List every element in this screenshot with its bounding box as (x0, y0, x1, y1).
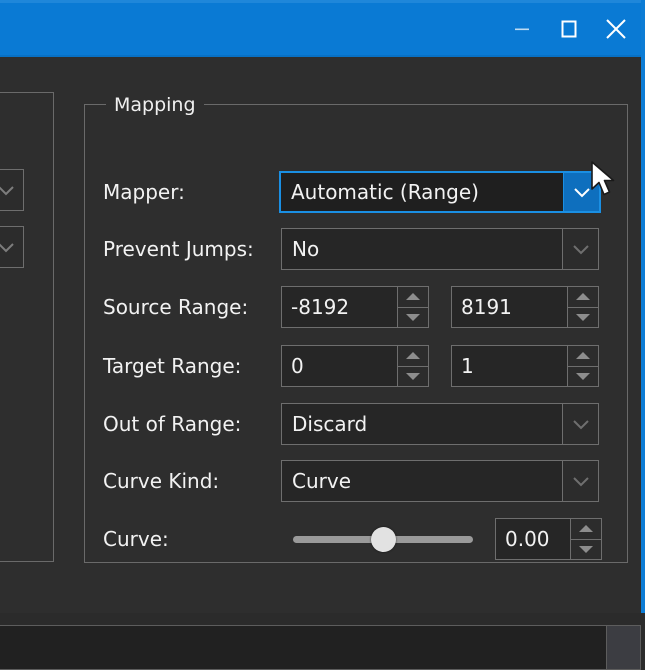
window-controls (498, 0, 639, 57)
target-range-label: Target Range: (103, 354, 242, 378)
triangle-up-glyph (406, 293, 420, 301)
triangle-up-icon[interactable] (571, 519, 601, 539)
triangle-down-glyph (576, 313, 590, 321)
row-source-range: Source Range: -8192 8191 (84, 286, 628, 328)
triangle-down-glyph (406, 313, 420, 321)
prevent-jumps-combobox-value: No (292, 237, 320, 261)
target-range-min-spinbox[interactable]: 0 (281, 345, 429, 387)
curve-kind-combobox[interactable]: Curve (281, 460, 599, 502)
triangle-down-icon[interactable] (568, 365, 598, 386)
chevron-down-glyph (572, 476, 589, 486)
curve-label: Curve: (103, 527, 169, 551)
chevron-down-icon[interactable] (562, 461, 598, 501)
curve-kind-label: Curve Kind: (103, 469, 220, 493)
bottom-panel-scroll-thumb[interactable] (606, 626, 640, 669)
triangle-up-glyph (576, 293, 590, 301)
out-of-range-combobox[interactable]: Discard (281, 403, 599, 445)
triangle-down-glyph (579, 545, 593, 553)
close-button[interactable] (592, 0, 639, 57)
curve-kind-combobox-value: Curve (292, 469, 352, 493)
triangle-down-icon[interactable] (568, 306, 598, 327)
source-range-max-value: 8191 (461, 295, 512, 319)
target-range-max-spinbox[interactable]: 1 (451, 345, 599, 387)
mapper-combobox-value: Automatic (Range) (291, 180, 479, 204)
mapping-groupbox-title: Mapping (106, 95, 204, 115)
chevron-down-icon[interactable] (562, 404, 598, 444)
triangle-up-icon[interactable] (568, 287, 598, 307)
chevron-down-glyph (573, 187, 590, 197)
source-range-max-steppers (567, 287, 598, 327)
chevron-down-icon[interactable] (563, 173, 599, 211)
target-range-max-value: 1 (461, 354, 474, 378)
mapper-label: Mapper: (103, 180, 185, 204)
triangle-up-glyph (406, 352, 420, 360)
bottom-panel (0, 625, 641, 670)
row-curve: Curve: 0.00 (84, 518, 628, 560)
source-range-label: Source Range: (103, 295, 249, 319)
mapper-combobox[interactable]: Automatic (Range) (279, 171, 601, 213)
triangle-down-glyph (576, 372, 590, 380)
triangle-up-glyph (576, 352, 590, 360)
chevron-down-icon[interactable] (562, 229, 598, 269)
triangle-up-glyph (579, 525, 593, 533)
window-border-right (641, 0, 645, 613)
prevent-jumps-combobox[interactable]: No (281, 228, 599, 270)
triangle-down-icon[interactable] (571, 538, 601, 559)
adjacent-panel (0, 92, 54, 562)
curve-slider[interactable] (293, 518, 473, 560)
curve-value: 0.00 (505, 527, 550, 551)
row-mapper: Mapper: Automatic (Range) (84, 171, 628, 213)
adjacent-combobox-1[interactable] (0, 169, 24, 211)
source-range-min-steppers (397, 287, 428, 327)
chevron-down-icon[interactable] (0, 227, 23, 267)
out-of-range-label: Out of Range: (103, 412, 242, 436)
triangle-up-icon[interactable] (398, 346, 428, 366)
triangle-up-icon[interactable] (398, 287, 428, 307)
title-bar[interactable] (0, 0, 645, 57)
row-prevent-jumps: Prevent Jumps: No (84, 228, 628, 270)
chevron-down-glyph (0, 242, 14, 252)
content-area: Mapping Mapper: Automatic (Range) Preven… (0, 57, 641, 670)
chevron-down-glyph (572, 419, 589, 429)
chevron-down-glyph (572, 244, 589, 254)
adjacent-combobox-2[interactable] (0, 226, 24, 268)
target-range-max-steppers (567, 346, 598, 386)
target-range-min-steppers (397, 346, 428, 386)
source-range-min-value: -8192 (291, 295, 350, 319)
maximize-button[interactable] (545, 0, 592, 57)
triangle-down-icon[interactable] (398, 306, 428, 327)
minimize-icon (514, 28, 529, 30)
curve-slider-handle[interactable] (370, 527, 396, 552)
triangle-down-glyph (406, 372, 420, 380)
triangle-down-icon[interactable] (398, 365, 428, 386)
prevent-jumps-label: Prevent Jumps: (103, 237, 254, 261)
mapping-window: Mapping Mapper: Automatic (Range) Preven… (0, 0, 645, 670)
chevron-down-glyph (0, 185, 14, 195)
chevron-down-icon[interactable] (0, 170, 23, 210)
close-icon (605, 18, 626, 39)
mapping-groupbox: Mapping Mapper: Automatic (Range) Preven… (84, 95, 628, 563)
target-range-min-value: 0 (291, 354, 304, 378)
curve-value-steppers (570, 519, 601, 559)
triangle-up-icon[interactable] (568, 346, 598, 366)
bottom-panel-content (0, 626, 606, 669)
row-curve-kind: Curve Kind: Curve (84, 460, 628, 502)
curve-value-spinbox[interactable]: 0.00 (495, 518, 602, 560)
row-out-of-range: Out of Range: Discard (84, 403, 628, 445)
minimize-button[interactable] (498, 0, 545, 57)
source-range-max-spinbox[interactable]: 8191 (451, 286, 599, 328)
maximize-icon (561, 20, 576, 37)
source-range-min-spinbox[interactable]: -8192 (281, 286, 429, 328)
out-of-range-combobox-value: Discard (292, 412, 368, 436)
row-target-range: Target Range: 0 1 (84, 345, 628, 387)
